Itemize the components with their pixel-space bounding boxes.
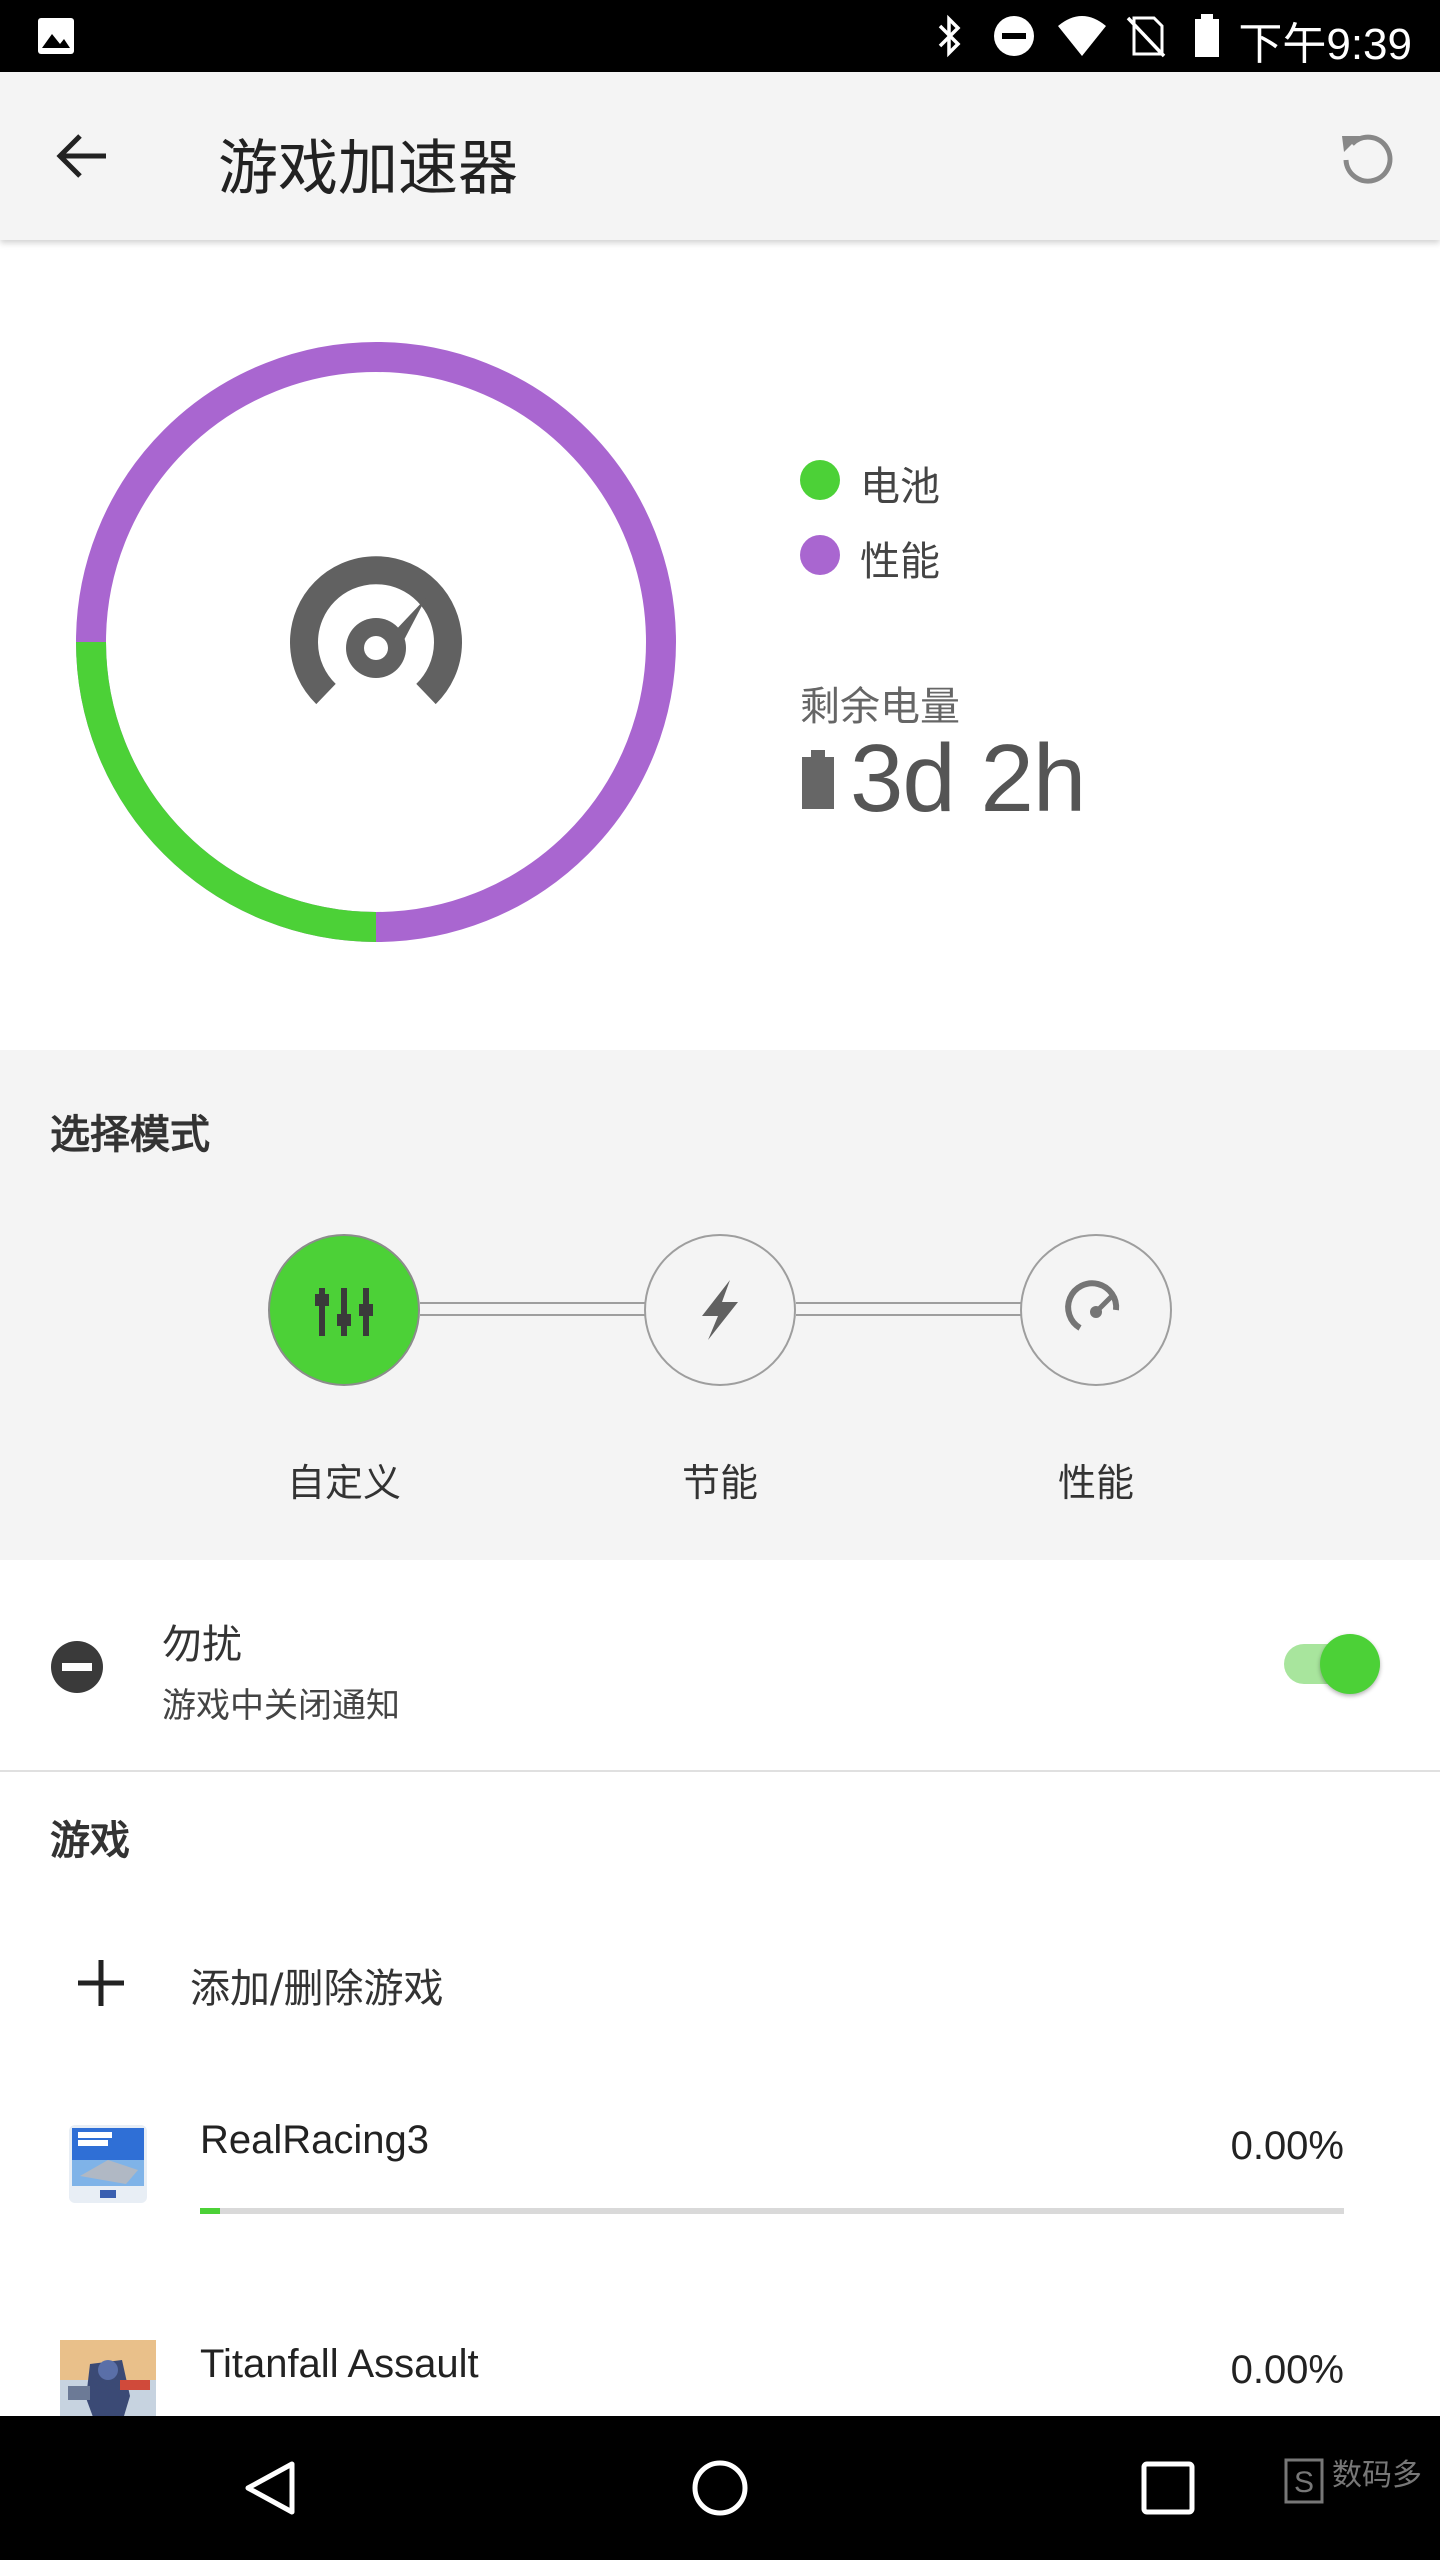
plus-icon	[78, 1960, 124, 2006]
divider	[0, 1770, 1440, 1772]
game-progress-track	[200, 2208, 1344, 2214]
add-remove-games-row[interactable]: 添加/删除游戏	[0, 1930, 1440, 2040]
mode-connector	[420, 1302, 650, 1316]
game-percent: 0.00%	[1230, 2348, 1344, 2392]
app-bar: 游戏加速器	[0, 72, 1440, 240]
mode-section: 选择模式 自定义 节能 性能	[0, 1050, 1440, 1560]
titanfall-assault-app-icon	[60, 2340, 156, 2416]
sliders-icon	[315, 1288, 373, 1336]
image-icon	[38, 18, 74, 54]
navigation-bar: S 数码多	[0, 2416, 1440, 2560]
game-name: RealRacing3	[200, 2118, 430, 2162]
bluetooth-icon	[938, 14, 961, 58]
mode-custom-button[interactable]	[268, 1234, 420, 1386]
dnd-toggle-knob	[1320, 1634, 1380, 1694]
dnd-toggle[interactable]	[1284, 1634, 1380, 1694]
wifi-icon	[1058, 16, 1106, 56]
game-item-titanfall-assault[interactable]: Titanfall Assault 0.00%	[0, 2310, 1440, 2416]
arrow-back-icon[interactable]	[52, 126, 112, 186]
mode-power-saving-button[interactable]	[644, 1234, 796, 1386]
dnd-icon	[994, 16, 1034, 56]
status-bar: 下午9:39	[0, 0, 1440, 72]
page-title: 游戏加速器	[218, 134, 518, 204]
game-progress-fill	[200, 2208, 220, 2214]
speedometer-icon	[290, 556, 462, 705]
dnd-title: 勿扰	[162, 1622, 242, 1668]
watermark-logo-icon: S	[1284, 2458, 1324, 2504]
back-triangle-icon[interactable]	[240, 2458, 300, 2518]
home-circle-icon[interactable]	[690, 2458, 750, 2518]
remaining-battery-value: 3d 2h	[850, 725, 1086, 832]
no-sim-icon	[1126, 16, 1166, 58]
game-name: Titanfall Assault	[200, 2342, 479, 2386]
realracing3-app-icon	[69, 2125, 147, 2203]
add-remove-games-label: 添加/删除游戏	[190, 1966, 444, 2012]
status-time: 下午9:39	[1238, 20, 1412, 69]
svg-text:S: S	[1294, 2466, 1314, 2499]
battery-legend-dot	[800, 460, 840, 500]
mode-power-saving-label: 节能	[681, 1461, 758, 1505]
game-percent: 0.00%	[1230, 2124, 1344, 2168]
mode-custom-label: 自定义	[286, 1461, 401, 1505]
battery-icon	[802, 750, 834, 809]
refresh-icon[interactable]	[1336, 124, 1400, 188]
mode-performance-button[interactable]	[1020, 1234, 1172, 1386]
performance-legend-dot	[800, 535, 840, 575]
game-item-realracing3[interactable]: RealRacing3 0.00%	[0, 2090, 1440, 2240]
mode-section-title: 选择模式	[50, 1112, 210, 1158]
speedometer-icon	[1065, 1280, 1120, 1331]
dnd-icon	[51, 1641, 103, 1693]
mode-performance-label: 性能	[1057, 1461, 1134, 1505]
bolt-icon	[702, 1280, 738, 1340]
battery-icon	[1195, 14, 1219, 57]
watermark-text: 数码多	[1332, 2458, 1422, 2493]
dnd-subtitle: 游戏中关闭通知	[162, 1686, 400, 1726]
recents-square-icon[interactable]	[1140, 2460, 1196, 2516]
performance-legend-label: 性能	[860, 539, 940, 585]
battery-performance-ring	[76, 342, 676, 942]
battery-legend-label: 电池	[860, 464, 940, 510]
mode-connector	[796, 1302, 1026, 1316]
games-section-title: 游戏	[50, 1818, 130, 1864]
